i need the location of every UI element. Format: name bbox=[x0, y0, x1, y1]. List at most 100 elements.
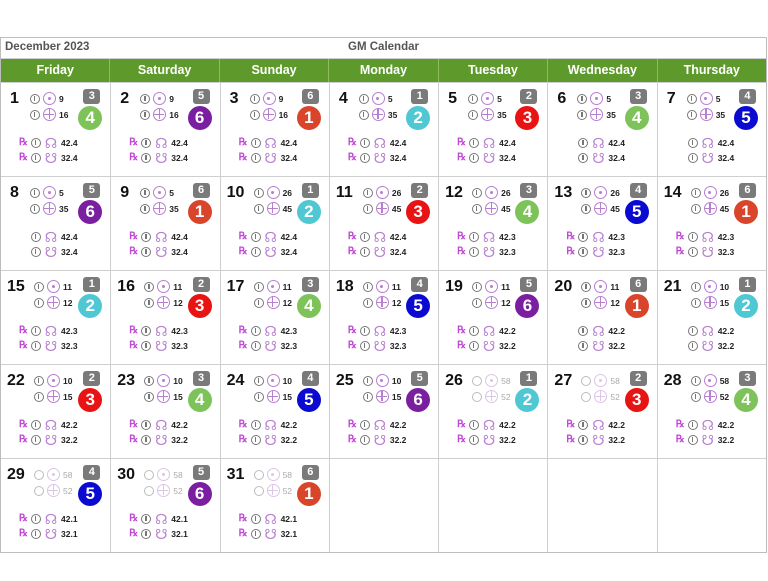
number-circle: 2 bbox=[733, 294, 758, 318]
south-node-row: ℞ ☋32.4 bbox=[239, 244, 298, 259]
day-cell[interactable]: 19 11 12 5 6 ℞ ☊ 42.2 ℞ ☋ 32.2 bbox=[438, 270, 548, 364]
day-cell[interactable]: 29 58 52 4 5 ℞ ☊ 42.1 ℞ ☋ 32.1 bbox=[1, 458, 111, 552]
earth-icon bbox=[594, 390, 608, 403]
day-cell[interactable]: 4 5 35 1 2 ℞ ☊ 42.4 ℞ ☋ 32.4 bbox=[328, 82, 439, 176]
day-cell[interactable]: 13 26 45 4 5 ℞ ☊ 42.3 ℞ ☋ 32.3 bbox=[547, 176, 657, 270]
south-node-row: ℞☋32.2 bbox=[676, 338, 735, 353]
day-cell[interactable]: 23 10 15 3 4 ℞ ☊ 42.2 ℞ ☋ 32.2 bbox=[110, 364, 220, 458]
day-cell[interactable]: 12 26 45 3 4 ℞ ☊ 42.3 ℞ ☋ 32.3 bbox=[438, 176, 548, 270]
sun-icon bbox=[47, 280, 60, 293]
earth-icon bbox=[47, 484, 60, 497]
cycle-badge: 5 bbox=[520, 277, 538, 292]
south-node-icon: ☋ bbox=[701, 149, 714, 166]
phase-icon bbox=[253, 375, 264, 386]
day-number: 15 bbox=[7, 278, 25, 295]
north-node-icon: ☊ bbox=[482, 228, 496, 245]
south-node-row: ℞ ☋ 32.3 bbox=[676, 244, 735, 259]
earth-value: 12 bbox=[391, 297, 402, 308]
phase-icon bbox=[30, 109, 40, 120]
sun-value: 11 bbox=[282, 281, 292, 292]
day-cell[interactable]: 22 10 15 2 3 ℞ ☊ 42.2 ℞ ☋ 32.2 bbox=[1, 364, 111, 458]
sun-icon bbox=[157, 468, 171, 481]
retrograde-icon: ℞ bbox=[238, 152, 248, 163]
retrograde-icon: ℞ bbox=[457, 231, 467, 242]
north-node-icon: ☊ bbox=[373, 228, 387, 245]
south-node-value: 32.4 bbox=[61, 246, 78, 257]
south-node-value: 32.4 bbox=[280, 152, 298, 163]
south-node-icon: ☋ bbox=[155, 337, 168, 354]
number-circle: 6 bbox=[515, 294, 540, 318]
earth-icon bbox=[594, 296, 608, 309]
day-cell[interactable]: 11 26 45 2 3 ℞ ☊ 42.4 ℞ ☋ 32.4 bbox=[328, 176, 439, 270]
cycle-badge: 5 bbox=[192, 89, 210, 104]
north-node-icon: ☊ bbox=[264, 134, 277, 151]
south-node-value: 32.2 bbox=[717, 340, 735, 351]
sun-row: 58 bbox=[690, 373, 730, 388]
south-node-icon: ☋ bbox=[373, 337, 387, 354]
day-cell[interactable]: 20 11 12 6 1 ℞☊42.2℞☋32.2 bbox=[547, 270, 657, 364]
cycle-badge: 1 bbox=[301, 183, 319, 198]
south-node-icon: ☋ bbox=[373, 243, 387, 260]
day-cell[interactable]: 9 5 35 6 1 ℞ ☊ 42.4 ℞ ☋ 32.4 bbox=[110, 176, 220, 270]
day-cell[interactable]: 21 10 15 1 2 ℞☊42.2℞☋32.2 bbox=[656, 270, 766, 364]
north-node-value: 42.4 bbox=[717, 137, 735, 148]
day-cell[interactable]: 3 9 16 6 1 ℞ ☊ 42.4 ℞ ☋ 32.4 bbox=[219, 82, 329, 176]
phase-icon bbox=[144, 281, 155, 292]
retrograde-icon: ℞ bbox=[129, 528, 139, 539]
day-cell[interactable]: 28 58 52 3 4 ℞ ☊ 42.2 ℞ ☋ 32.2 bbox=[656, 364, 766, 458]
day-cell[interactable]: 25 10 15 5 6 ℞ ☊ 42.2 ℞ ☋ 32.2 bbox=[328, 364, 439, 458]
retrograde-icon: ℞ bbox=[566, 434, 576, 445]
earth-row: 35 bbox=[468, 107, 507, 122]
day-cell[interactable]: 16 11 12 2 3 ℞ ☊ 42.3 ℞ ☋ 32.3 bbox=[110, 270, 220, 364]
earth-icon bbox=[371, 108, 385, 121]
day-cell[interactable]: 17 11 12 3 4 ℞ ☊ 42.3 ℞ ☋ 32.3 bbox=[219, 270, 329, 364]
north-node-value: 42.4 bbox=[171, 231, 188, 242]
sun-value: 5 bbox=[59, 187, 64, 198]
day-cell[interactable]: 24 10 15 4 5 ℞ ☊ 42.2 ℞ ☋ 32.2 bbox=[219, 364, 329, 458]
day-cell[interactable]: 18 11 12 4 5 ℞ ☊ 42.3 ℞ ☋ 32.3 bbox=[328, 270, 439, 364]
south-node-value: 32.4 bbox=[280, 246, 298, 257]
cycle-badge: 4 bbox=[738, 89, 756, 104]
day-cell[interactable]: 15 11 12 1 2 ℞ ☊ 42.3 ℞ ☋ 32.3 bbox=[1, 270, 111, 364]
day-number: 20 bbox=[554, 278, 573, 295]
earth-row: 12 bbox=[144, 295, 183, 310]
sun-row: 5 bbox=[140, 185, 174, 200]
earth-icon bbox=[43, 202, 56, 215]
north-node-value: 42.4 bbox=[499, 137, 516, 148]
day-number: 2 bbox=[120, 90, 130, 107]
retrograde-icon: ℞ bbox=[129, 434, 139, 445]
day-cell[interactable]: 26 58 52 1 2 ℞ ☊ 42.2 ℞ ☋ 32.2 bbox=[438, 364, 548, 458]
earth-icon bbox=[590, 108, 604, 121]
day-cell[interactable]: 31 58 52 6 1 ℞ ☊ 42.1 ℞ ☋ 32.1 bbox=[219, 458, 329, 552]
day-number: 3 bbox=[229, 90, 239, 107]
phase-icon bbox=[472, 281, 483, 292]
cycle-badge: 2 bbox=[192, 277, 210, 292]
earth-value: 12 bbox=[63, 297, 73, 308]
phase-icon bbox=[362, 391, 373, 402]
phase-icon bbox=[359, 231, 370, 242]
day-cell[interactable]: 30 58 52 5 6 ℞ ☊ 42.1 ℞ ☋ 32.1 bbox=[110, 458, 220, 552]
day-cell[interactable]: 5 5 35 2 3 ℞ ☊ 42.4 ℞ ☋ 32.4 bbox=[438, 82, 548, 176]
south-node-row: ℞ ☋ 32.1 bbox=[239, 526, 298, 541]
day-cell[interactable]: 6 5 35 3 4 ℞☊42.4℞☋32.4 bbox=[547, 82, 657, 176]
sun-row: 58 bbox=[253, 467, 292, 482]
north-node-icon: ☊ bbox=[592, 416, 605, 433]
retrograde-icon: ℞ bbox=[347, 419, 357, 430]
day-cell[interactable]: 2 9 16 5 6 ℞ ☊ 42.4 ℞ ☋ 32.4 bbox=[110, 82, 220, 176]
phase-icon bbox=[469, 340, 480, 351]
earth-icon bbox=[157, 390, 171, 403]
day-cell[interactable]: 14 26 45 6 1 ℞ ☊ 42.3 ℞ ☋ 32.3 bbox=[656, 176, 766, 270]
day-cell[interactable]: 27 58 52 2 3 ℞ ☊ 42.2 ℞ ☋ 32.2 bbox=[547, 364, 657, 458]
day-cell[interactable]: 8 5 35 5 6℞☊42.4℞☋32.4 bbox=[1, 176, 111, 270]
phase-icon bbox=[468, 93, 479, 104]
earth-row: 12 bbox=[253, 295, 292, 310]
day-cell[interactable]: 1 9 16 3 4 ℞ ☊ 42.4 ℞ ☋ 32.4 bbox=[1, 82, 111, 176]
phase-icon bbox=[31, 137, 41, 148]
south-node-value: 32.2 bbox=[499, 434, 516, 445]
south-node-icon: ☋ bbox=[44, 337, 58, 354]
sun-value: 58 bbox=[719, 375, 730, 386]
north-node-row: ℞ ☊ 42.3 bbox=[348, 323, 407, 338]
day-cell[interactable]: 10 26 45 1 2 ℞ ☊ 42.4 ℞ ☋ 32.4 bbox=[219, 176, 329, 270]
day-cell[interactable]: 7 5 35 4 5 ℞☊42.4℞☋32.4 bbox=[656, 82, 766, 176]
earth-icon bbox=[485, 202, 499, 215]
